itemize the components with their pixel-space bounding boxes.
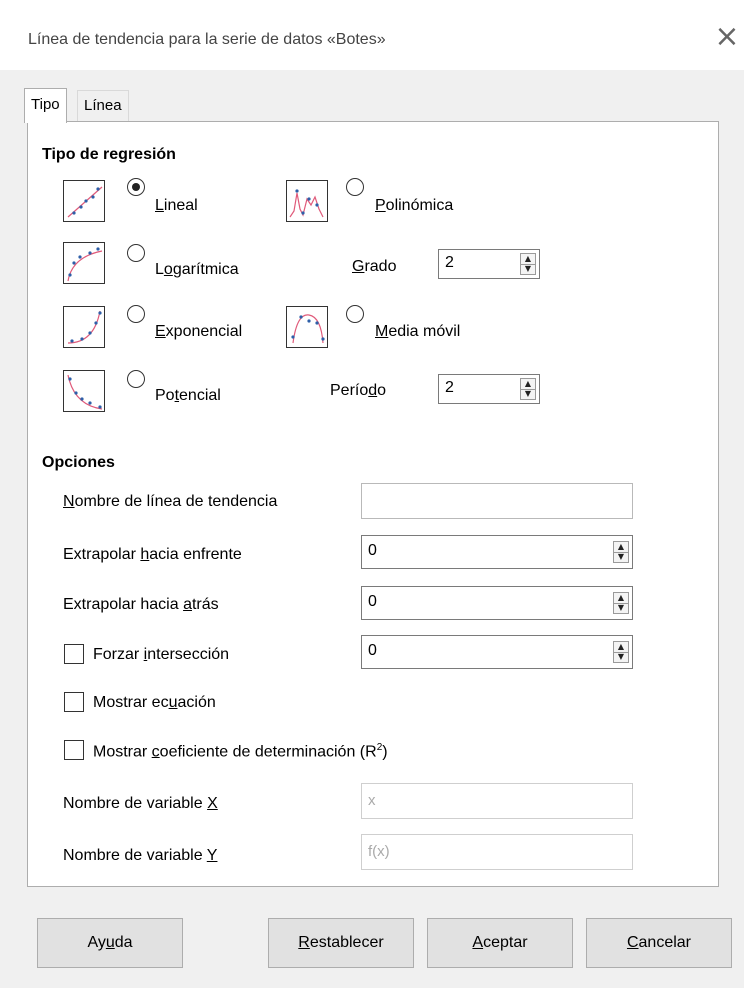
extrapolate-backward-label: Extrapolar hacia atrás xyxy=(63,596,219,613)
radio-logarithmic[interactable] xyxy=(127,244,145,262)
x-variable-label: Nombre de variable X xyxy=(63,795,218,812)
period-spin-buttons[interactable]: ▲ ▼ xyxy=(520,378,536,400)
reset-button[interactable]: Restablecer xyxy=(268,918,414,968)
x-variable-input[interactable]: x xyxy=(361,783,633,819)
trendline-name-label: Nombre de línea de tendencia xyxy=(63,493,278,510)
spin-down-icon[interactable]: ▼ xyxy=(614,552,628,562)
label-linear: Lineal xyxy=(155,197,198,214)
y-variable-input[interactable]: f(x) xyxy=(361,834,633,870)
period-spinner[interactable]: 2 ▲ ▼ xyxy=(438,374,540,404)
force-intercept-spinner[interactable]: 0 ▲ ▼ xyxy=(361,635,633,669)
cancel-button[interactable]: Cancelar xyxy=(586,918,732,968)
label-power: Potencial xyxy=(155,387,221,404)
period-label: Período xyxy=(330,382,387,399)
title-bar: Línea de tendencia para la serie de dato… xyxy=(0,0,744,70)
extrapolate-forward-spinner[interactable]: 0 ▲ ▼ xyxy=(361,535,633,569)
moving-average-chart-icon[interactable] xyxy=(286,306,328,348)
show-r2-checkbox[interactable] xyxy=(64,740,84,760)
radio-exponential[interactable] xyxy=(127,305,145,323)
spin-down-icon[interactable]: ▼ xyxy=(614,603,628,613)
radio-power[interactable] xyxy=(127,370,145,388)
degree-spinner[interactable]: 2 ▲ ▼ xyxy=(438,249,540,279)
linear-chart-icon[interactable] xyxy=(63,180,105,222)
extrapolate-backward-spin-buttons[interactable]: ▲ ▼ xyxy=(613,592,629,614)
options-heading: Opciones xyxy=(42,454,115,471)
degree-label: Grado xyxy=(352,258,397,275)
force-intercept-checkbox[interactable] xyxy=(64,644,84,664)
trendline-dialog: Línea de tendencia para la serie de dato… xyxy=(0,0,744,988)
force-intercept-label: Forzar intersección xyxy=(93,646,230,663)
spin-down-icon[interactable]: ▼ xyxy=(521,389,535,399)
radio-linear[interactable] xyxy=(127,178,145,196)
show-equation-label: Mostrar ecuación xyxy=(93,694,216,711)
exponential-chart-icon[interactable] xyxy=(63,306,105,348)
close-icon[interactable]: × xyxy=(712,22,742,52)
degree-spin-buttons[interactable]: ▲ ▼ xyxy=(520,253,536,275)
label-polynomial: Polinómica xyxy=(375,197,454,214)
show-equation-checkbox[interactable] xyxy=(64,692,84,712)
regression-heading: Tipo de regresión xyxy=(42,146,176,163)
spin-down-icon[interactable]: ▼ xyxy=(614,652,628,662)
label-exponential: Exponencial xyxy=(155,323,243,340)
tab-tipo[interactable]: Tipo xyxy=(24,88,67,123)
tab-panel-tipo: Tipo de regresión Lineal Polinómica Loga… xyxy=(27,121,719,887)
spin-down-icon[interactable]: ▼ xyxy=(521,264,535,274)
label-moving-average: Media móvil xyxy=(375,323,461,340)
label-logarithmic: Logarítmica xyxy=(155,261,239,278)
logarithmic-chart-icon[interactable] xyxy=(63,242,105,284)
force-intercept-spin-buttons[interactable]: ▲ ▼ xyxy=(613,641,629,663)
y-variable-label: Nombre de variable Y xyxy=(63,847,218,864)
extrapolate-forward-spin-buttons[interactable]: ▲ ▼ xyxy=(613,541,629,563)
ok-button[interactable]: Aceptar xyxy=(427,918,573,968)
extrapolate-forward-label: Extrapolar hacia enfrente xyxy=(63,546,242,563)
extrapolate-backward-spinner[interactable]: 0 ▲ ▼ xyxy=(361,586,633,620)
help-button[interactable]: Ayuda xyxy=(37,918,183,968)
show-r2-label: Mostrar coeficiente de determinación (R2… xyxy=(93,742,388,761)
polynomial-chart-icon[interactable] xyxy=(286,180,328,222)
trendline-name-input[interactable] xyxy=(361,483,633,519)
tab-linea[interactable]: Línea xyxy=(77,90,129,121)
window-title: Línea de tendencia para la serie de dato… xyxy=(28,31,386,48)
radio-moving-average[interactable] xyxy=(346,305,364,323)
radio-polynomial[interactable] xyxy=(346,178,364,196)
power-chart-icon[interactable] xyxy=(63,370,105,412)
